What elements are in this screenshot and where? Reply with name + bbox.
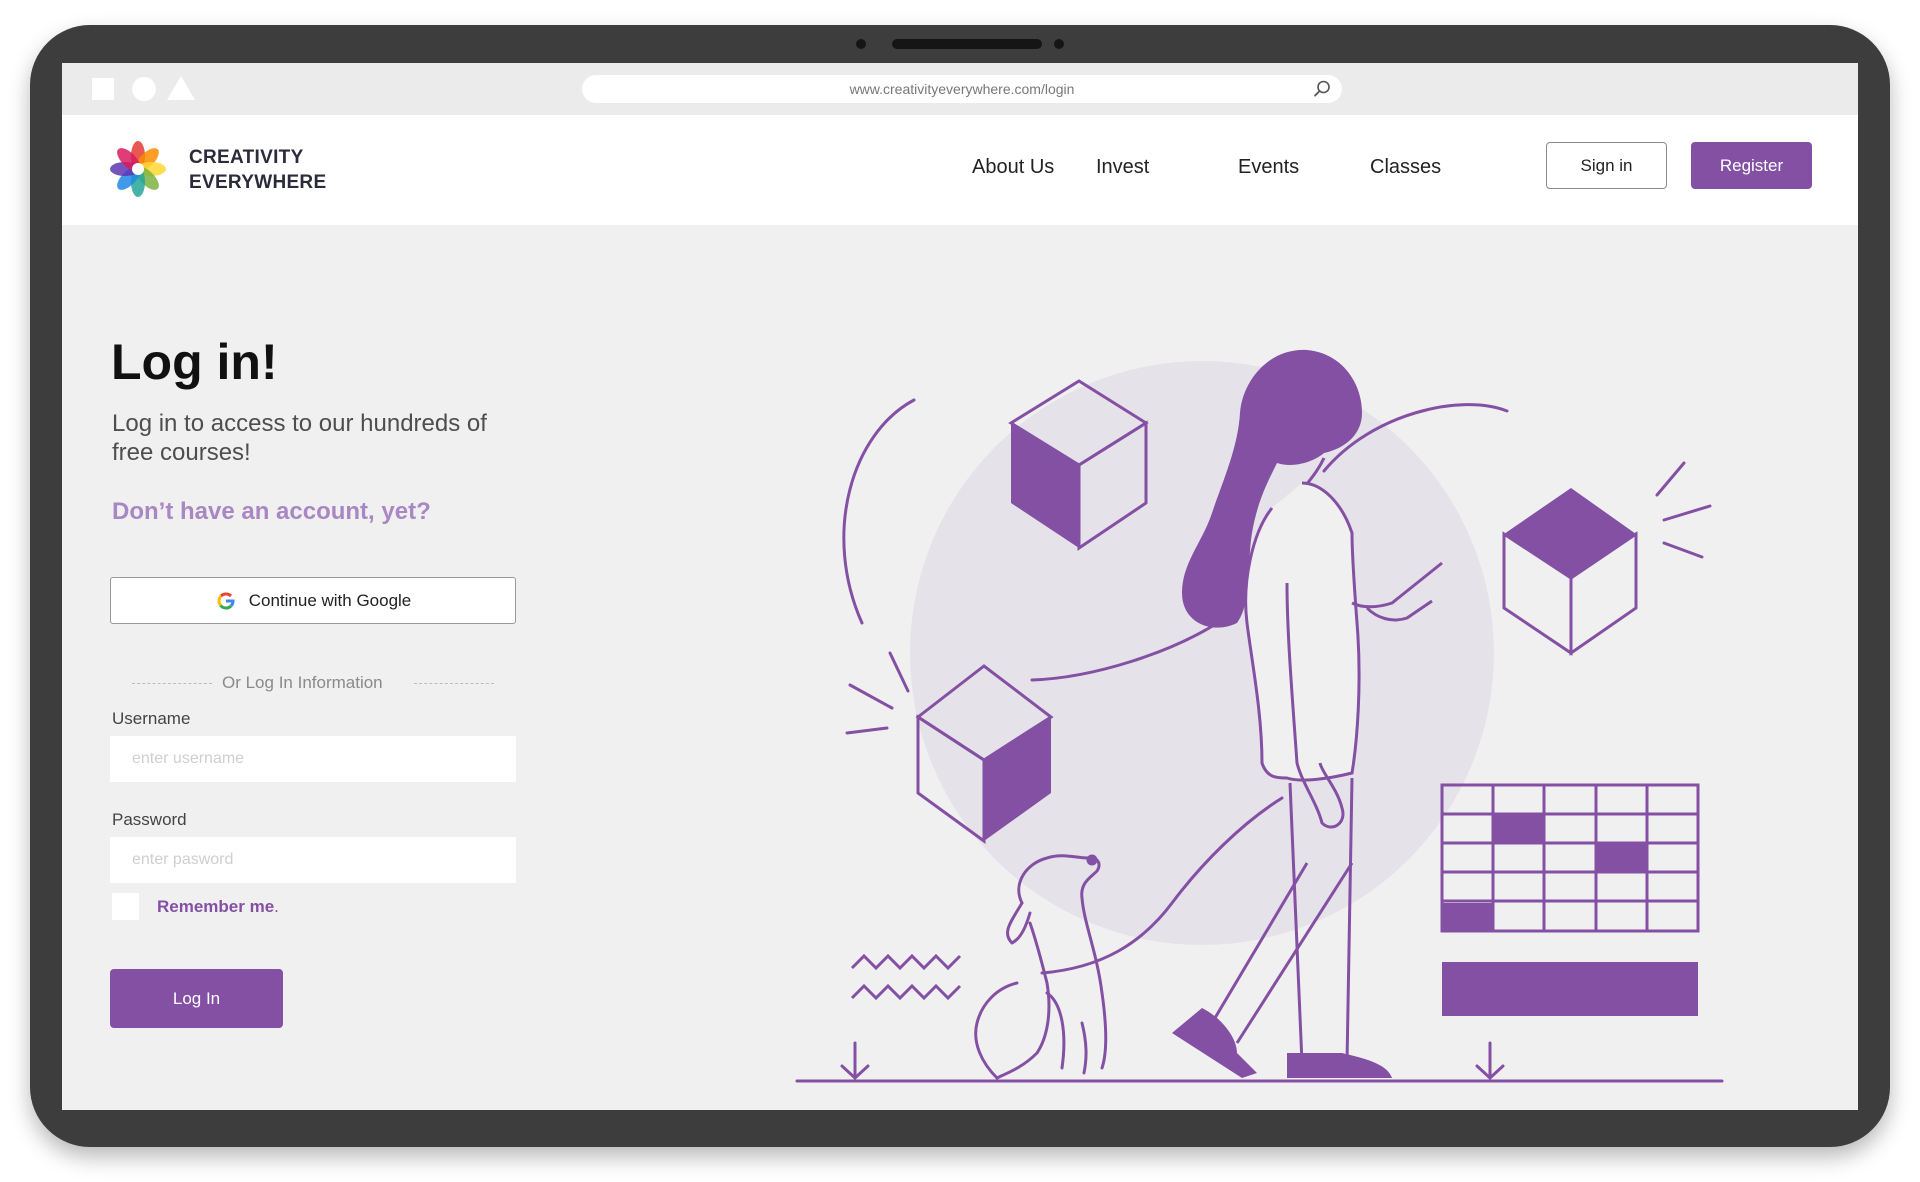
site-header: CREATIVITY EVERYWHERE About Us Invest Ev… [62,115,1858,225]
url-text: www.creativityeverywhere.com/login [849,81,1075,97]
address-bar[interactable]: www.creativityeverywhere.com/login [582,75,1342,103]
nav-about-us[interactable]: About Us [972,156,1054,179]
circle-icon[interactable] [132,77,156,101]
log-in-button[interactable]: Log In [110,969,283,1028]
woman-figure [1172,349,1443,1078]
remember-me-text: Remember me [157,897,275,916]
page-title: Log in! [111,334,278,390]
cube-top-left [1008,379,1149,551]
signup-link[interactable]: Don’t have an account, yet? [112,498,431,526]
camera-dot-left [856,39,866,49]
google-button-label: Continue with Google [248,590,412,610]
camera-bar [892,39,1042,49]
nav-events[interactable]: Events [1238,156,1299,179]
square-icon[interactable] [92,78,114,100]
search-icon[interactable] [1312,79,1332,99]
camera-dot-right [1054,39,1064,49]
decor-arcs [842,398,1509,682]
remember-me-checkbox[interactable] [112,893,139,920]
password-label: Password [112,810,187,829]
username-input[interactable] [110,736,516,782]
spark-lines [845,461,1712,735]
sign-in-button[interactable]: Sign in [1546,142,1667,189]
background-circle [910,361,1494,945]
brand-line-1: CREATIVITY [189,147,304,168]
register-button[interactable]: Register [1691,142,1812,189]
ground [795,1041,1724,1083]
leash [1040,796,1284,975]
divider-text: Or Log In Information [222,673,383,692]
username-label: Username [112,709,191,728]
page-subtitle: Log in to access to our hundreds of free… [112,410,487,466]
brand-line-2: EVERYWHERE [189,172,327,193]
remember-me-label[interactable]: Remember me. [157,897,279,917]
calendar-grid [1440,783,1700,1016]
nav-classes[interactable]: Classes [1370,156,1441,179]
flower-logo[interactable] [108,139,168,199]
google-icon [217,592,235,610]
divider-left [132,683,212,684]
screen: www.creativityeverywhere.com/login CREAT… [62,63,1858,1110]
password-input[interactable] [110,837,516,883]
zigzags [850,953,962,1001]
dog [974,854,1108,1080]
triangle-icon[interactable] [167,76,195,100]
browser-bar: www.creativityeverywhere.com/login [62,63,1858,115]
remember-me-period: . [274,897,279,916]
divider-right [414,683,494,684]
device-frame: www.creativityeverywhere.com/login CREAT… [30,25,1890,1147]
cube-right [1502,488,1638,656]
continue-with-google-button[interactable]: Continue with Google [110,577,516,624]
brand-name[interactable]: CREATIVITY EVERYWHERE [189,145,326,195]
cube-bottom-left [915,664,1054,844]
nav-invest[interactable]: Invest [1096,156,1149,179]
